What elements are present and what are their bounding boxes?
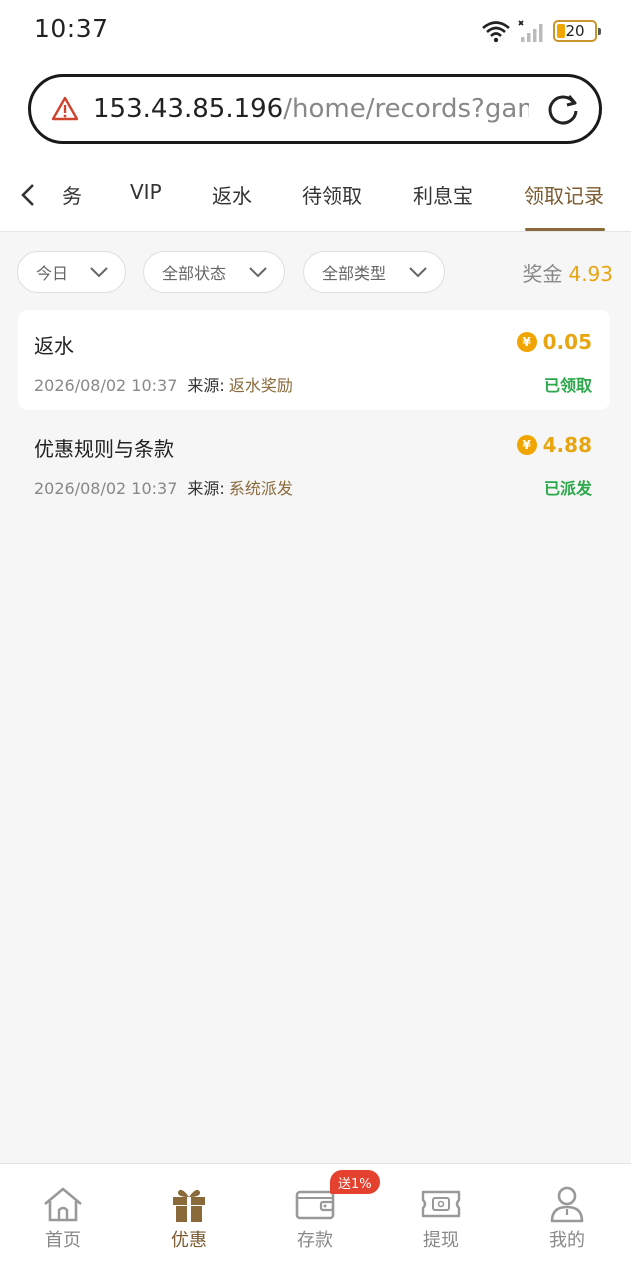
record-source: 系统派发 (228, 479, 293, 498)
signal-icon (518, 20, 543, 42)
status-time: 10:37 (34, 14, 109, 43)
status-filter-label: 全部状态 (162, 264, 227, 283)
nav-promotions[interactable]: 优惠 (149, 1184, 229, 1252)
record-meta: 2026/08/02 10:37 来源: 系统派发 (34, 475, 293, 499)
nav-profile-label: 我的 (549, 1230, 585, 1251)
record-meta: 2026/08/02 10:37 来源: 返水奖励 (34, 372, 293, 396)
battery-icon: 20 (553, 20, 601, 42)
record-amount-value: 0.05 (542, 330, 592, 354)
record-source: 返水奖励 (228, 376, 293, 395)
user-icon (550, 1186, 584, 1223)
wifi-icon (482, 21, 510, 43)
tab-active-indicator (525, 228, 605, 231)
chevron-down-icon (249, 267, 267, 278)
nav-promotions-label: 优惠 (171, 1230, 207, 1251)
record-title: 优惠规则与条款 (34, 437, 174, 461)
warning-icon[interactable] (51, 95, 79, 123)
record-amount: ¥ 4.88 (516, 433, 592, 457)
record-status: 已领取 (543, 376, 592, 395)
nav-deposit[interactable]: 存款 (275, 1184, 355, 1252)
nav-withdraw[interactable]: 提现 (401, 1184, 481, 1252)
coin-icon: ¥ (516, 332, 537, 352)
chevron-left-icon[interactable] (16, 180, 40, 210)
record-item[interactable]: 返水 ¥ 0.05 2026/08/02 10:37 来源: 返水奖励 已领取 (18, 310, 610, 410)
tab-pending[interactable]: 待领取 (302, 180, 362, 209)
record-source-label: 来源: (187, 479, 225, 498)
record-source-label: 来源: (187, 376, 225, 395)
tab-claim-records[interactable]: 领取记录 (524, 180, 604, 209)
cash-icon (421, 1190, 461, 1218)
chevron-down-icon (90, 267, 108, 278)
home-indicator (0, 1268, 631, 1280)
record-status: 已派发 (543, 479, 592, 498)
type-filter[interactable]: 全部类型 (303, 251, 445, 293)
record-amount: ¥ 0.05 (516, 330, 592, 354)
bonus-label: 奖金 (522, 262, 563, 286)
browser-bar: 153.43.85.196/home/records?gam (0, 62, 631, 162)
url-host: 153.43.85.196 (93, 94, 284, 124)
type-filter-label: 全部类型 (322, 264, 387, 283)
url-bar[interactable]: 153.43.85.196/home/records?gam (28, 74, 602, 144)
nav-profile[interactable]: 我的 (527, 1184, 607, 1252)
coin-icon: ¥ (516, 435, 537, 455)
tab-rebate[interactable]: 返水 (212, 180, 252, 209)
status-icons: 20 (481, 16, 601, 46)
record-time: 2026/08/02 10:37 (34, 376, 178, 395)
status-filter[interactable]: 全部状态 (143, 251, 285, 293)
nav-withdraw-label: 提现 (423, 1230, 459, 1251)
bonus-amount: 4.93 (568, 262, 613, 286)
bottom-nav: 首页 优惠 存款 提现 我的 (0, 1163, 631, 1280)
tab-task[interactable]: 务 (62, 180, 82, 209)
chevron-down-icon (409, 267, 427, 278)
date-filter-label: 今日 (36, 264, 69, 283)
reload-icon[interactable] (543, 89, 583, 129)
tab-interest[interactable]: 利息宝 (413, 180, 473, 209)
tab-vip[interactable]: VIP (130, 180, 162, 204)
nav-deposit-label: 存款 (297, 1230, 333, 1251)
record-amount-value: 4.88 (542, 433, 592, 457)
bonus-total: 奖金 4.93 (522, 258, 613, 287)
deposit-promo-badge: 送1% (330, 1170, 380, 1194)
nav-home[interactable]: 首页 (23, 1184, 103, 1252)
record-time: 2026/08/02 10:37 (34, 479, 178, 498)
gift-icon (173, 1189, 205, 1222)
record-title: 返水 (34, 334, 74, 358)
status-bar: 10:37 20 (0, 0, 631, 62)
battery-level: 20 (565, 22, 585, 40)
date-filter[interactable]: 今日 (17, 251, 126, 293)
url-path: /home/records?gam (283, 94, 529, 124)
home-icon (44, 1187, 82, 1222)
tab-bar: 务 VIP 返水 待领取 利息宝 领取记录 (0, 162, 631, 232)
url-text[interactable]: 153.43.85.196/home/records?gam (93, 94, 529, 124)
nav-home-label: 首页 (45, 1230, 81, 1251)
record-item[interactable]: 优惠规则与条款 ¥ 4.88 2026/08/02 10:37 来源: 系统派发 已… (18, 413, 610, 513)
